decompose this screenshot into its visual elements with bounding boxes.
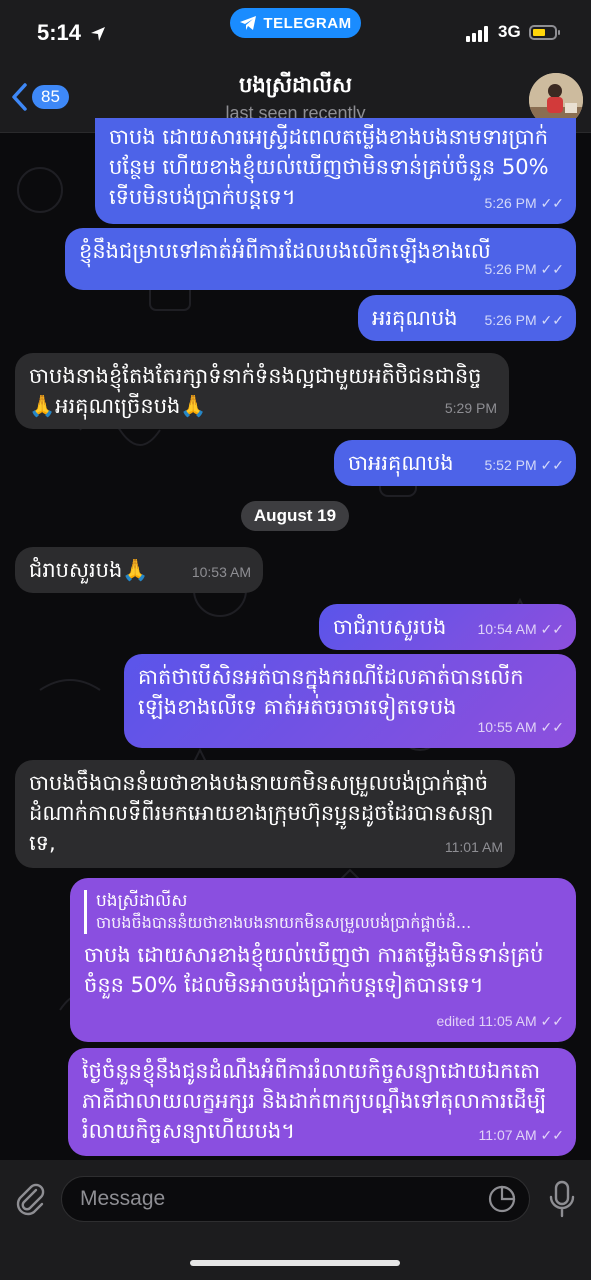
message-text: ចាបងចឹងបាននំយថាខាងបងនាយកមិនសម្រួលបង់ប្រា… [29, 771, 494, 855]
double-check-icon: ✓✓ [540, 457, 564, 473]
sticker-icon[interactable] [488, 1185, 516, 1213]
reply-preview: ចាបងចឹងបាននំយថាខាងបងនាយកមិនសម្រួលបង់ប្រា… [96, 913, 472, 932]
message-bubble-outgoing[interactable]: ចាជំរាបសួរបង 10:54 AM ✓✓ [319, 604, 576, 650]
double-check-icon: ✓✓ [540, 621, 564, 637]
telegram-return-pill[interactable]: TELEGRAM [230, 8, 361, 38]
double-check-icon: ✓✓ [540, 1127, 564, 1143]
telegram-label: TELEGRAM [263, 14, 352, 32]
battery-icon [529, 25, 560, 40]
message-time: 5:52 PM [484, 457, 537, 473]
date-separator: August 19 [241, 501, 349, 531]
message-bubble-incoming[interactable]: ចាបងចឹងបាននំយថាខាងបងនាយកមិនសម្រួលបង់ប្រា… [15, 760, 515, 868]
home-indicator [190, 1260, 400, 1266]
double-check-icon: ✓✓ [540, 195, 564, 211]
network-type: 3G [498, 22, 521, 41]
chevron-left-icon [12, 83, 27, 111]
message-input[interactable] [78, 1186, 462, 1212]
message-bubble-outgoing[interactable]: ចាបង ដោយសារអេស្ទ្រីដពេលតម្លើងខាងបងនាមទារ… [95, 118, 576, 224]
clock: 5:14 [37, 20, 82, 45]
message-bubble-outgoing-reply[interactable]: បងស្រីដាលីស ចាបងចឹងបាននំយថាខាងបងនាយកមិនស… [70, 878, 576, 1042]
message-time: 10:55 AM [477, 719, 537, 735]
double-check-icon: ✓✓ [540, 312, 564, 328]
back-button[interactable]: 85 [10, 82, 69, 112]
message-bubble-outgoing[interactable]: ខ្ញុំនឹងជម្រាបទៅគាត់អំពីការដែលបងលើកឡើងខា… [65, 228, 576, 290]
message-input-container[interactable] [61, 1176, 530, 1222]
message-time: edited 11:05 AM [436, 1013, 537, 1029]
message-time: 5:29 PM [444, 400, 497, 416]
message-time: 11:07 AM [478, 1127, 537, 1143]
message-bubble-outgoing[interactable]: ចាអរគុណបង 5:52 PM ✓✓ [334, 440, 576, 486]
cellular-signal-icon [466, 26, 488, 42]
double-check-icon: ✓✓ [540, 719, 564, 735]
double-check-icon: ✓✓ [540, 261, 564, 277]
unread-count-badge: 85 [32, 85, 69, 109]
message-time: 10:53 AM [191, 564, 251, 580]
reply-quote[interactable]: បងស្រីដាលីស ចាបងចឹងបាននំយថាខាងបងនាយកមិនស… [84, 890, 562, 934]
reply-author: បងស្រីដាលីស [96, 891, 188, 911]
message-text: ចាបងនាងខ្ញុំតែងតែរក្សាទំនាក់ទំនងល្អជាមួយ… [29, 364, 482, 418]
contact-name[interactable]: បងស្រីដាលីស [120, 72, 471, 103]
message-time: 11:01 AM [444, 839, 503, 855]
microphone-icon[interactable] [549, 1180, 575, 1218]
message-time: 5:26 PM [484, 195, 537, 211]
telegram-plane-icon [240, 16, 257, 30]
message-bubble-outgoing[interactable]: អរគុណបង 5:26 PM ✓✓ [358, 295, 576, 341]
location-arrow-icon [91, 27, 105, 41]
double-check-icon: ✓✓ [540, 1013, 564, 1029]
message-bubble-outgoing[interactable]: គាត់ថាបើសិនអត់បានក្នុងករណីដែលគាត់បានលើកឡ… [124, 654, 576, 748]
message-time: 5:26 PM [484, 312, 537, 328]
message-time: 5:26 PM [484, 261, 537, 277]
message-bubble-outgoing[interactable]: ថ្ងៃចំនួនខ្ញុំនឹងជូនដំណឹងអំពីការរំលាយកិច… [68, 1048, 576, 1156]
paperclip-icon[interactable] [14, 1180, 46, 1216]
message-bubble-incoming[interactable]: ជំរាបសួរបង🙏 10:53 AM [15, 547, 263, 593]
message-time: 10:54 AM [477, 621, 537, 637]
message-bubble-incoming[interactable]: ចាបងនាងខ្ញុំតែងតែរក្សាទំនាក់ទំនងល្អជាមួយ… [15, 353, 509, 429]
message-text: ចាបង ដោយសារខាងខ្ញុំយល់ឃើញថា ការតម្លើងមិន… [84, 943, 544, 997]
